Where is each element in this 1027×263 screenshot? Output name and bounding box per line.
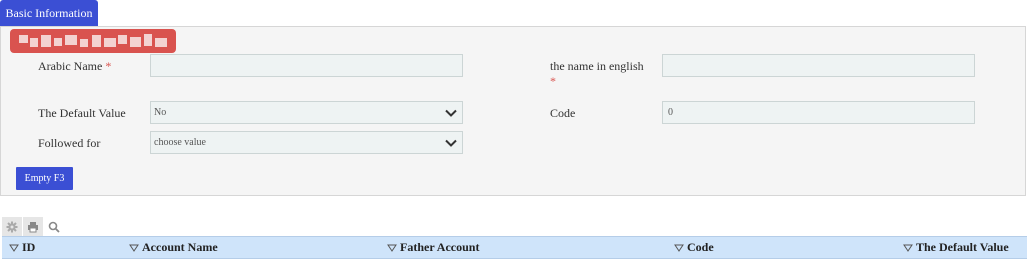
sort-triangle-icon [9,244,19,252]
chevron-down-icon [445,109,457,117]
column-header-default-value[interactable]: The Default Value [903,237,1009,258]
sort-triangle-icon [674,244,684,252]
chevron-down-icon [445,139,457,147]
english-name-label: the name in english * [550,59,644,88]
column-header-account-name[interactable]: Account Name [129,237,218,258]
default-value-select[interactable]: No [150,101,463,124]
sort-triangle-icon [129,244,139,252]
followed-for-selected: choose value [154,137,206,148]
tab-basic-information[interactable]: Basic Information [0,0,98,26]
gear-icon [6,221,18,232]
default-value-label: The Default Value [38,106,126,120]
english-name-field[interactable] [662,54,975,77]
followed-for-label: Followed for [38,136,101,150]
empty-button[interactable]: Empty F3 [16,167,73,190]
print-icon [28,221,38,232]
search-button[interactable] [44,217,64,236]
column-header-id[interactable]: ID [9,237,35,258]
column-header-code[interactable]: Code [674,237,714,258]
english-name-input[interactable] [663,55,974,76]
default-value-selected: No [154,107,167,118]
settings-button[interactable] [2,217,22,236]
grid-toolbar [2,217,64,236]
print-button[interactable] [23,217,43,236]
search-icon [48,221,60,233]
code-label: Code [550,106,576,120]
followed-for-select[interactable]: choose value [150,131,463,154]
sort-triangle-icon [903,244,913,252]
arabic-name-input[interactable] [151,55,462,76]
grid-header: ID Account Name Father Account Code The … [2,236,1027,259]
required-mark: * [105,59,112,73]
arabic-name-label: Arabic Name * [38,59,112,73]
code-field[interactable] [662,101,975,124]
code-input[interactable] [663,102,974,123]
column-header-father-account[interactable]: Father Account [387,237,479,258]
sort-triangle-icon [387,244,397,252]
arabic-name-field[interactable] [150,54,463,77]
required-mark: * [550,74,556,88]
redacted-section-title [10,29,176,53]
